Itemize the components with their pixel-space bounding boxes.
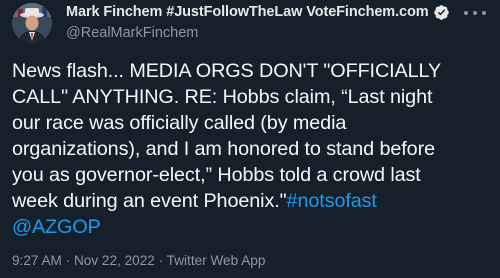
display-name[interactable]: Mark Finchem #JustFollowTheLaw VoteFinch… (66, 4, 429, 20)
handle[interactable]: @RealMarkFinchem (66, 25, 466, 41)
tweet-text: News flash... MEDIA ORGS DON'T "OFFICIAL… (12, 58, 490, 240)
avatar[interactable] (12, 3, 52, 43)
tweet-text-line: organizations), and I am honored to stan… (12, 138, 435, 160)
name-row: Mark Finchem #JustFollowTheLaw VoteFinch… (66, 2, 466, 22)
tweet-card: Mark Finchem #JustFollowTheLaw VoteFinch… (0, 0, 500, 278)
mention-link[interactable]: @AZGOP (12, 216, 101, 238)
tweet-header: Mark Finchem #JustFollowTheLaw VoteFinch… (66, 2, 466, 41)
verified-badge-icon (433, 4, 449, 20)
tweet-text-line: our race was officially called (by media (12, 112, 347, 134)
dot (473, 11, 477, 15)
mention-line: @AZGOP (12, 214, 490, 240)
tweet-text-line: week during an event Phoenix." (12, 190, 287, 212)
tweet-metadata[interactable]: 9:27 AM · Nov 22, 2022 · Twitter Web App (12, 253, 265, 268)
more-options-icon[interactable] (464, 6, 486, 20)
dot (482, 11, 486, 15)
avatar-image (12, 3, 52, 43)
hashtag-link[interactable]: #notsofast (287, 190, 377, 212)
tweet-text-line-last: week during an event Phoenix."#notsofast (12, 188, 490, 214)
dot (464, 11, 468, 15)
tweet-text-line: CALL" ANYTHING. RE: Hobbs claim, “Last n… (12, 86, 433, 108)
tweet-text-line: you as governor-elect,” Hobbs told a cro… (12, 164, 421, 186)
tweet-text-line: News flash... MEDIA ORGS DON'T "OFFICIAL… (12, 60, 442, 82)
